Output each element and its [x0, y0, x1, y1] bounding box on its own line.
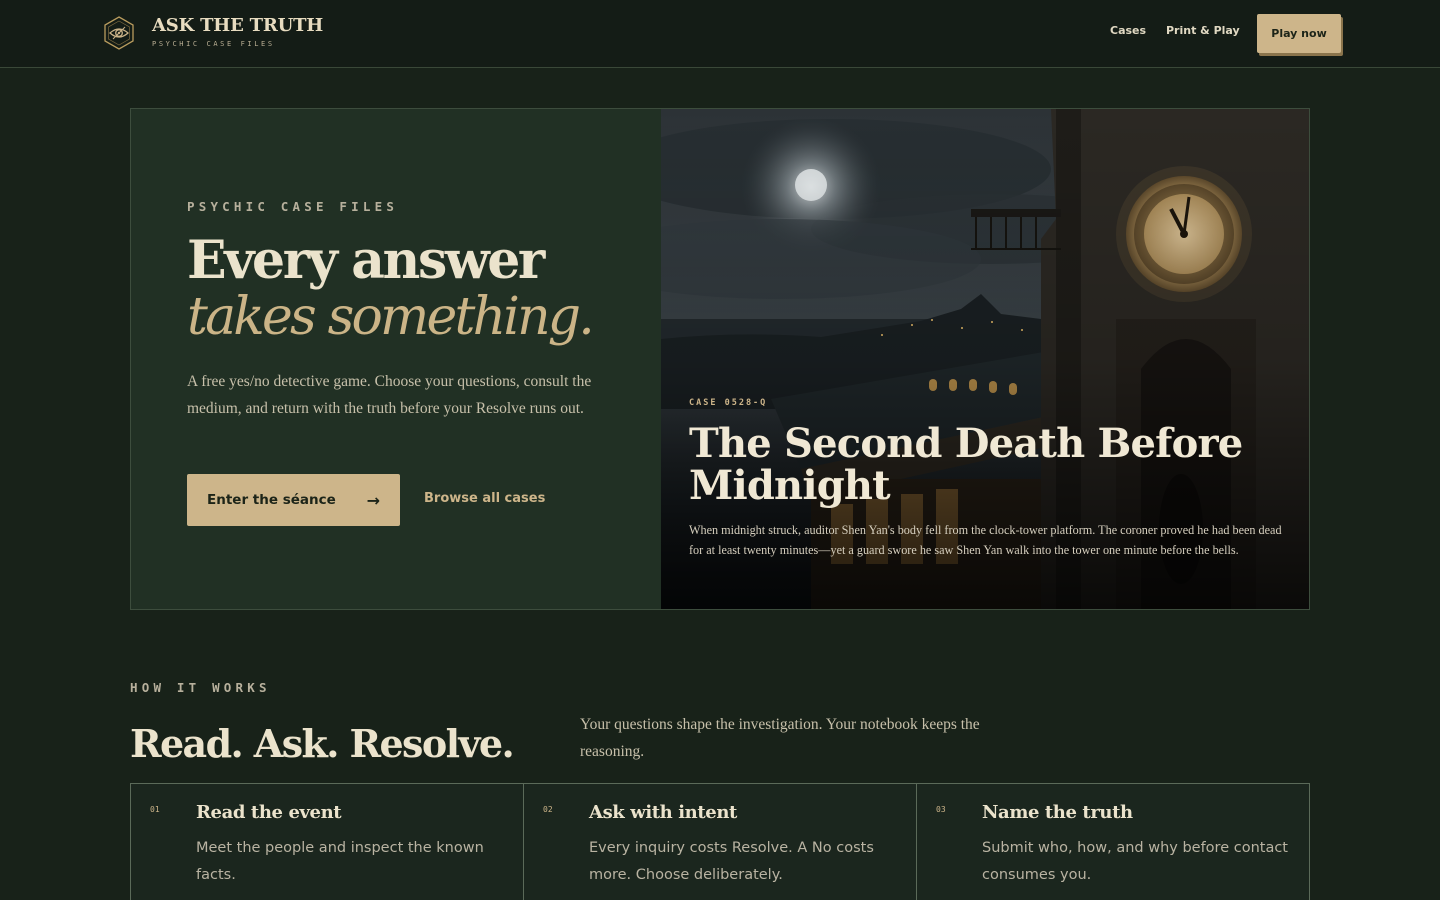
arrow-right-icon: → — [366, 490, 380, 510]
nav-print-play-link[interactable]: Print & Play — [1166, 24, 1240, 37]
step-number: 03 — [936, 805, 946, 814]
step-description: Every inquiry costs Resolve. A No costs … — [589, 840, 874, 883]
hero-eyebrow: PSYCHIC CASE FILES — [187, 199, 399, 214]
step-description: Submit who, how, and why before contact … — [982, 840, 1288, 883]
case-id: CASE 0528-Q — [689, 398, 768, 408]
hero-description: A free yes/no detective game. Choose you… — [187, 373, 592, 417]
brand-subtitle: PSYCHIC CASE FILES — [152, 40, 275, 48]
hero-headline: Every answer — [187, 230, 545, 291]
hero-headline-accent: takes something. — [187, 287, 595, 347]
step-number: 01 — [150, 805, 160, 814]
steps-list: 01 Read the event Meet the people and in… — [130, 783, 1310, 900]
play-now-button[interactable]: Play now — [1257, 14, 1341, 53]
step-number: 02 — [543, 805, 553, 814]
step-title: Read the event — [196, 802, 342, 823]
step-description: Meet the people and inspect the known fa… — [196, 840, 484, 883]
brand-title[interactable]: ASK THE TRUTH — [152, 15, 323, 36]
step-title: Ask with intent — [589, 802, 737, 823]
featured-case-card[interactable]: CASE 0528-Q The Second Death Before Midn… — [661, 109, 1309, 609]
how-it-works-eyebrow: HOW IT WORKS — [130, 680, 271, 695]
how-it-works-description: Your questions shape the investigation. … — [580, 716, 980, 760]
step-card-read: 01 Read the event Meet the people and in… — [131, 784, 524, 900]
how-it-works-title: Read. Ask. Resolve. — [130, 721, 515, 766]
step-title: Name the truth — [982, 802, 1133, 823]
step-card-name: 03 Name the truth Submit who, how, and w… — [917, 784, 1309, 900]
eye-icon[interactable] — [102, 16, 136, 50]
case-title[interactable]: The Second Death Before Midnight — [689, 423, 1279, 507]
step-card-ask: 02 Ask with intent Every inquiry costs R… — [524, 784, 917, 900]
browse-cases-link[interactable]: Browse all cases — [424, 491, 545, 506]
enter-seance-label: Enter the séance — [207, 492, 336, 508]
enter-seance-button[interactable]: Enter the séance → — [187, 474, 400, 526]
hero-section: PSYCHIC CASE FILES Every answer takes so… — [130, 108, 1310, 610]
case-description: When midnight struck, auditor Shen Yan's… — [689, 523, 1282, 557]
site-header: ASK THE TRUTH PSYCHIC CASE FILES Cases P… — [0, 0, 1440, 68]
nav-cases-link[interactable]: Cases — [1110, 24, 1146, 37]
